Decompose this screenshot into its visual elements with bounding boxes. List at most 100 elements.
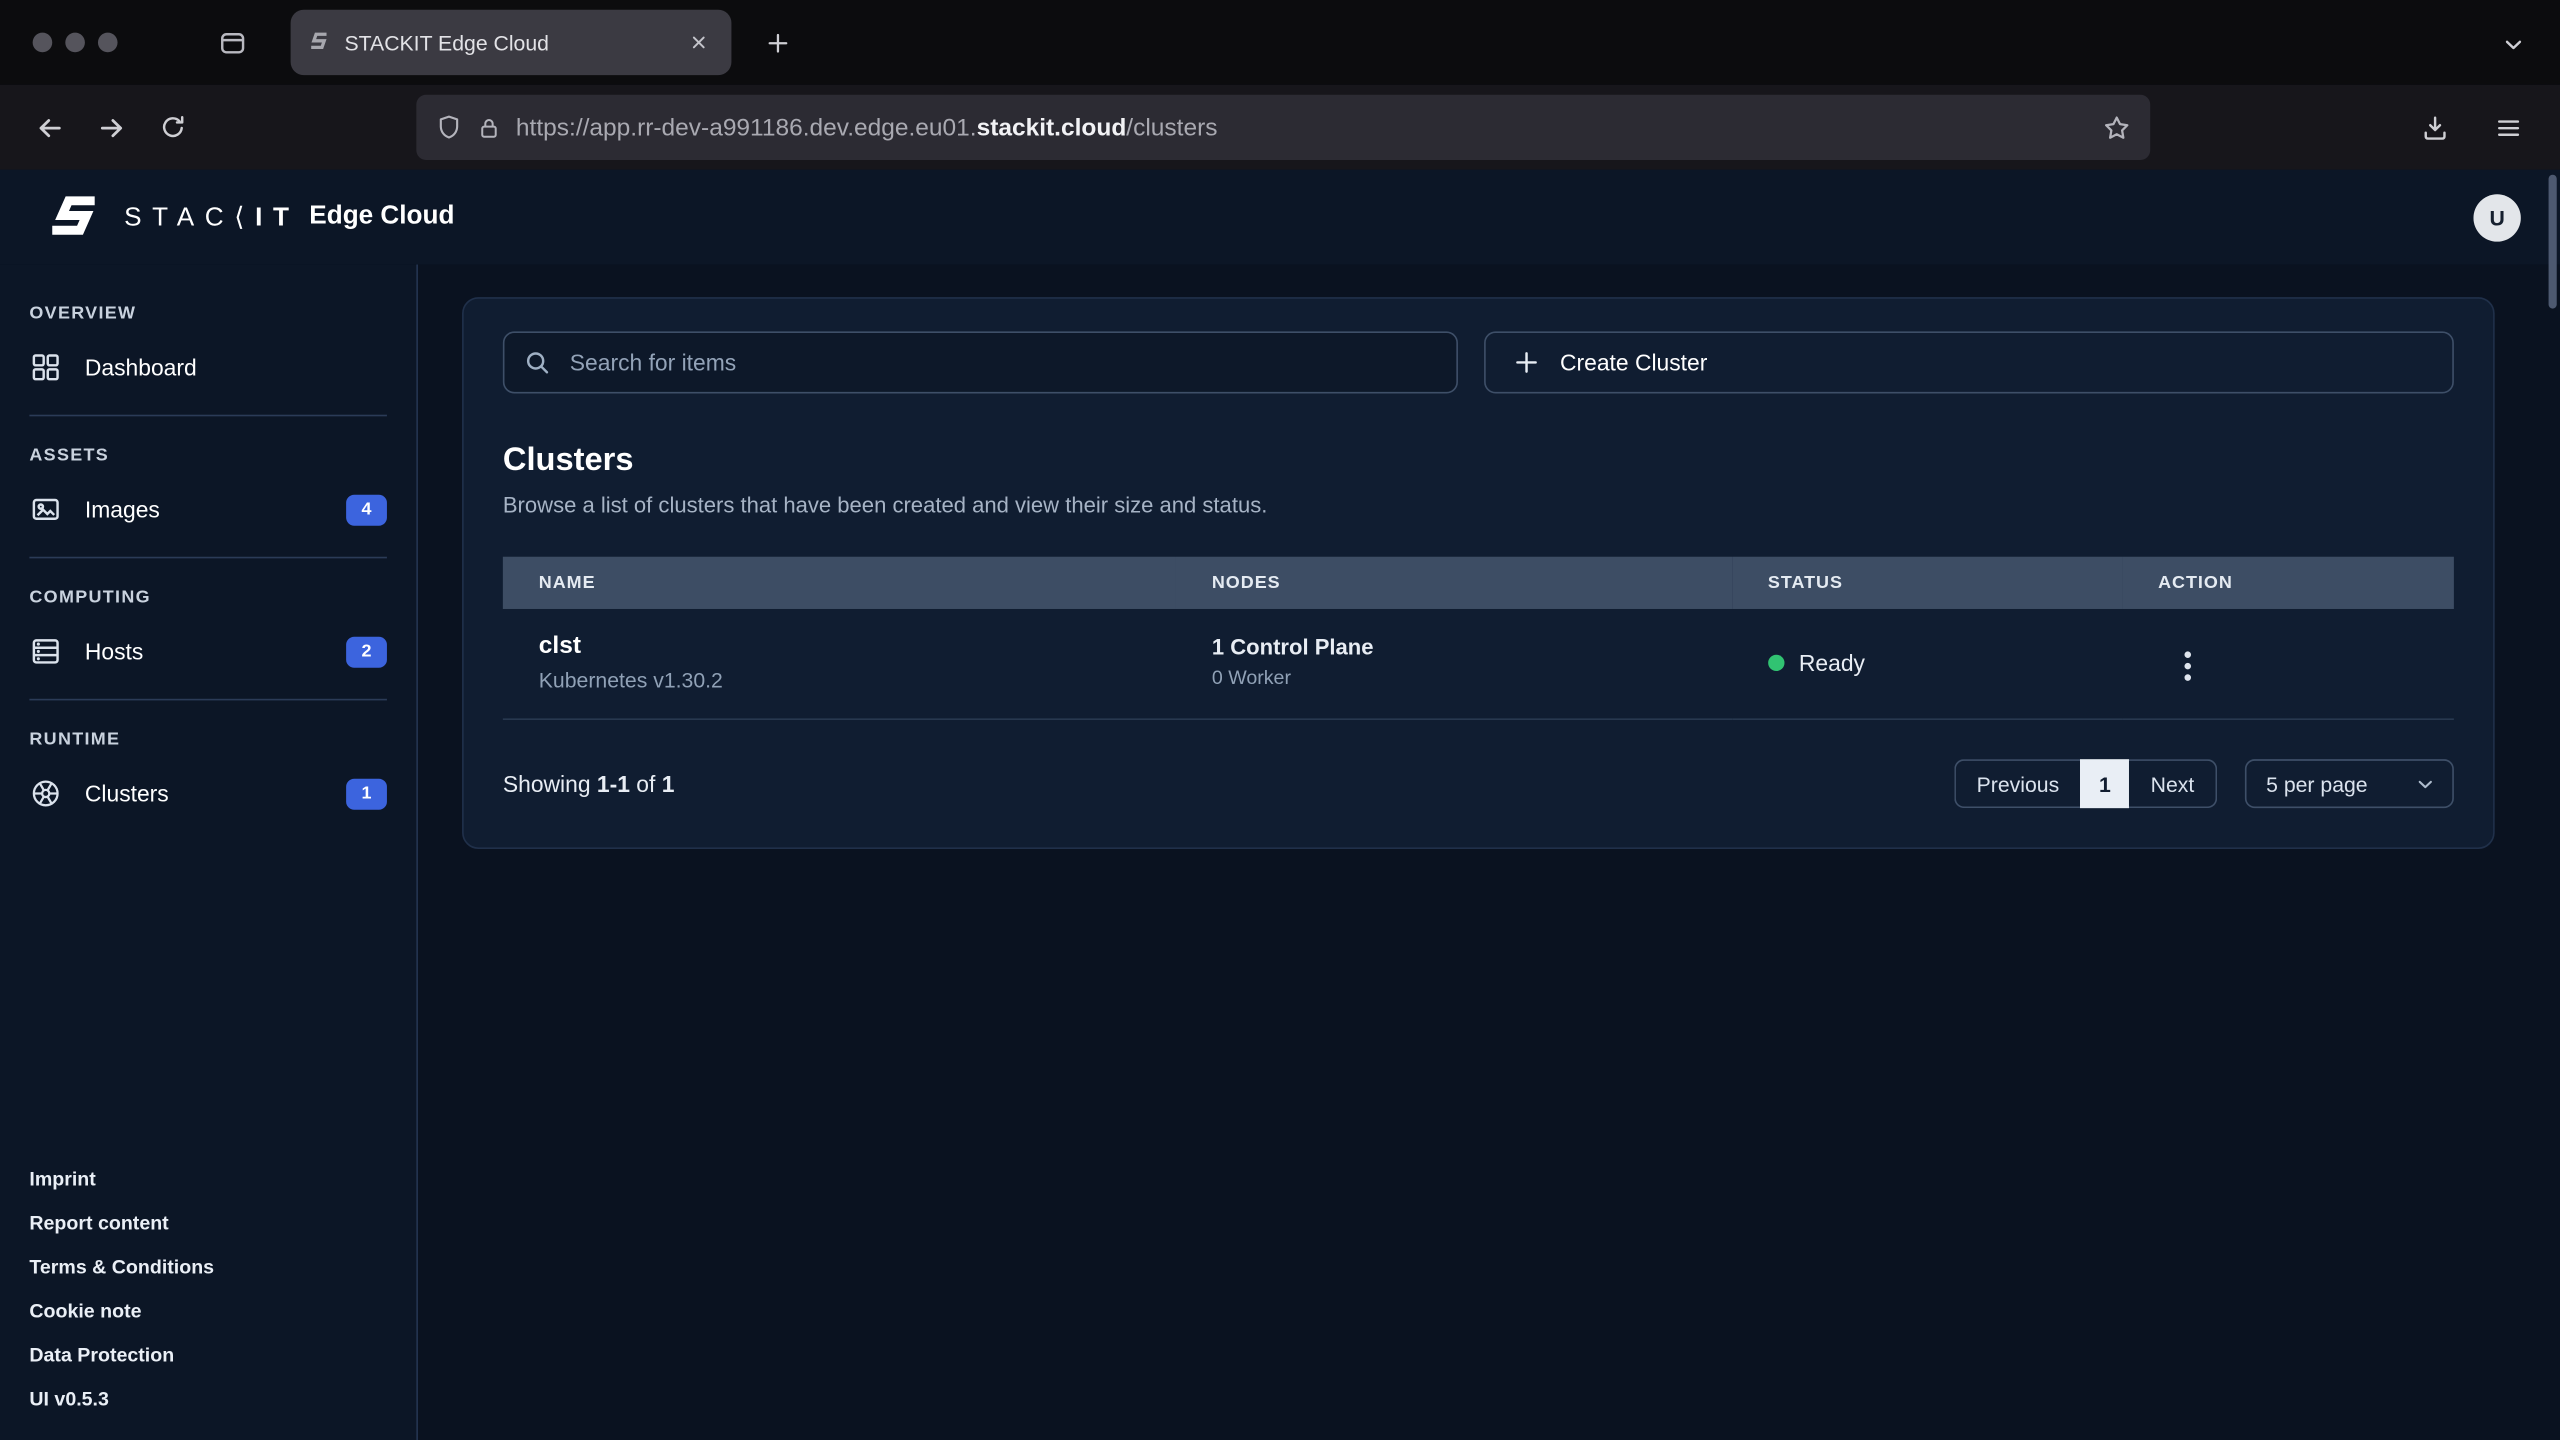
showing-summary: Showing 1-1 of 1 [503,771,675,797]
tracking-shield-icon[interactable] [436,114,462,140]
sidebar-divider [29,557,387,559]
sidebar-divider [29,415,387,417]
table-row[interactable]: clst Kubernetes v1.30.2 1 Control Plane … [503,609,2454,719]
sidebar-item-label: Dashboard [85,354,197,380]
window-controls [0,33,118,53]
bookmark-star-icon[interactable] [2103,113,2131,141]
menu-icon[interactable] [2482,101,2534,153]
status-badge: Ready [1799,649,1865,675]
sidebar-section-assets: ASSETS [0,429,416,475]
cell-action [2122,609,2454,719]
app-header: STAC⟨IT Edge Cloud U [0,170,2560,265]
card-toolbar: Create Cluster [503,331,2454,393]
sidebar-section-overview: OVERVIEW [0,287,416,333]
user-avatar[interactable]: U [2473,193,2520,240]
previous-page-button[interactable]: Previous [1954,759,2081,808]
search-input[interactable] [567,348,1436,377]
sidebar-item-label: Clusters [85,780,169,806]
page-subtitle: Browse a list of clusters that have been… [503,493,2454,517]
scrollbar[interactable] [2549,175,2557,309]
new-tab-button[interactable] [754,20,800,66]
sidebar-item-label: Hosts [85,638,143,664]
footer-link-terms[interactable]: Terms & Conditions [29,1256,387,1279]
url-domain: stackit.cloud [977,113,1127,141]
sidebar-section-computing: COMPUTING [0,571,416,617]
search-box [503,331,1457,393]
table-header-row: NAME NODES STATUS ACTION [503,557,2454,609]
create-cluster-button[interactable]: Create Cluster [1483,331,2454,393]
wordmark-k: ⟨ [234,201,255,232]
status-ready-dot [1768,654,1784,670]
url-text: https://app.rr-dev-a991186.dev.edge.eu01… [516,113,2088,141]
column-header-name: NAME [503,557,1176,609]
cell-status: Ready [1732,609,2122,719]
browser-tab[interactable]: STACKIT Edge Cloud [291,10,732,75]
product-name: Edge Cloud [309,202,454,231]
per-page-select[interactable]: 5 per page [2245,759,2454,808]
app-body: OVERVIEW Dashboard ASSETS Images 4 COMPU… [0,264,2560,1440]
images-count-badge: 4 [346,494,387,525]
table-footer: Showing 1-1 of 1 Previous 1 Next 5 per p… [503,759,2454,808]
per-page-value: 5 per page [2266,771,2368,795]
forward-button[interactable] [85,101,137,153]
address-bar[interactable]: https://app.rr-dev-a991186.dev.edge.eu01… [416,95,2150,160]
back-button[interactable] [23,101,75,153]
window-minimize-button[interactable] [65,33,85,53]
page-1-button[interactable]: 1 [2080,759,2129,808]
row-actions-kebab-icon[interactable] [2171,642,2204,688]
wordmark-stac: STAC [124,204,234,233]
images-icon [29,493,62,526]
tab-close-icon[interactable] [682,26,715,59]
ui-version-label: UI v0.5.3 [29,1388,387,1411]
nodes-worker: 0 Worker [1212,666,1732,689]
showing-of: of [636,771,655,797]
chevron-down-icon [2415,773,2436,794]
cluster-version: Kubernetes v1.30.2 [539,668,1176,692]
cell-nodes: 1 Control Plane 0 Worker [1176,609,1732,719]
save-to-device-icon[interactable] [2408,101,2460,153]
lock-icon[interactable] [477,115,501,139]
footer-link-cookie-note[interactable]: Cookie note [29,1300,387,1323]
column-header-status: STATUS [1732,557,2122,609]
footer-link-imprint[interactable]: Imprint [29,1167,387,1190]
wordmark-it: IT [255,204,299,233]
sidebar-item-label: Images [85,496,160,522]
pagination-controls: Previous 1 Next 5 per page [1954,759,2454,808]
browser-toolbar: https://app.rr-dev-a991186.dev.edge.eu01… [0,85,2560,170]
tab-bar: STACKIT Edge Cloud [0,0,2560,85]
reload-button[interactable] [147,101,199,153]
cell-name: clst Kubernetes v1.30.2 [503,609,1176,719]
create-cluster-label: Create Cluster [1560,349,1707,375]
tab-favicon-icon [307,31,330,54]
sidebar-item-dashboard[interactable]: Dashboard [0,333,416,402]
stackit-logo [46,194,102,240]
hosts-count-badge: 2 [346,636,387,667]
hosts-icon [29,635,62,668]
plus-icon [1513,349,1539,375]
tab-title: STACKIT Edge Cloud [344,30,667,54]
footer-link-data-protection[interactable]: Data Protection [29,1344,387,1367]
url-prefix: https://app.rr-dev-a991186.dev.edge.eu01… [516,113,977,141]
clusters-icon [29,777,62,810]
sidebar-section-runtime: RUNTIME [0,713,416,759]
showing-range: 1-1 [597,771,630,797]
cluster-name: clst [539,632,1176,660]
url-path: /clusters [1126,113,1217,141]
sidebar-footer: Imprint Report content Terms & Condition… [0,1167,416,1440]
window-close-button[interactable] [33,33,53,53]
showing-total: 1 [662,771,675,797]
firefox-view-icon[interactable] [209,20,255,66]
column-header-nodes: NODES [1176,557,1732,609]
showing-label: Showing [503,771,591,797]
footer-link-report-content[interactable]: Report content [29,1211,387,1234]
page-title: Clusters [503,442,2454,480]
sidebar-item-clusters[interactable]: Clusters 1 [0,759,416,828]
sidebar-item-hosts[interactable]: Hosts 2 [0,617,416,686]
toolbar-right-icons [2408,101,2537,153]
clusters-table: NAME NODES STATUS ACTION clst Kubernetes… [503,557,2454,720]
dashboard-icon [29,351,62,384]
tab-list-chevron-icon[interactable] [2491,23,2533,65]
window-zoom-button[interactable] [98,33,118,53]
next-page-button[interactable]: Next [2129,759,2217,808]
sidebar-item-images[interactable]: Images 4 [0,475,416,544]
